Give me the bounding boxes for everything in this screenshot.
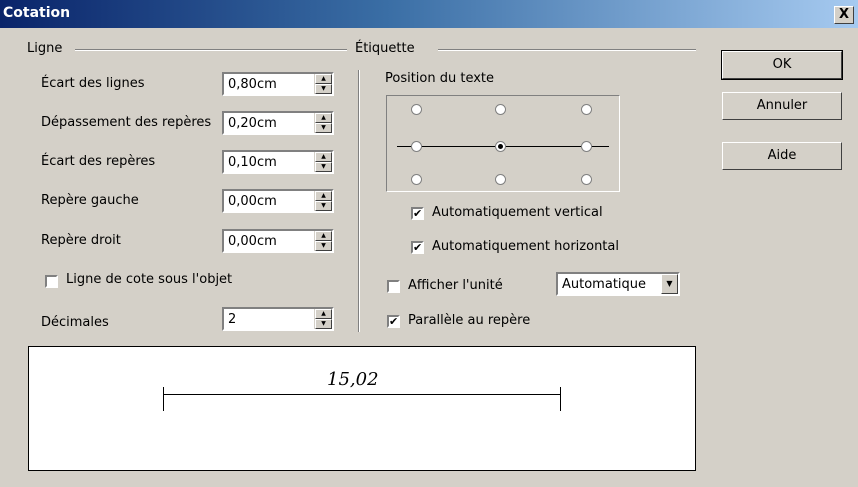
auto-vertical-label: Automatiquement vertical [432,205,603,220]
position-middle-center-radio[interactable] [495,141,506,152]
etiquette-group-label: Étiquette [355,41,415,56]
position-bottom-center-radio[interactable] [495,174,506,185]
position-top-center-radio[interactable] [495,104,506,115]
annuler-button[interactable]: Annuler [722,92,842,120]
ecart-reperes-spinner[interactable]: ▲ ▼ [314,152,332,172]
parallele-repere-checkbox[interactable]: ✔ [387,315,400,328]
aide-button[interactable]: Aide [722,142,842,170]
group-separator [358,70,360,332]
decimales-spinner[interactable]: ▲ ▼ [314,309,332,329]
repere-droit-spinner[interactable]: ▲ ▼ [314,231,332,251]
ecart-lignes-label: Écart des lignes [41,76,145,91]
window-title: Cotation [3,5,71,21]
unite-dropdown[interactable]: Automatique ▼ [556,272,680,296]
title-bar [0,0,858,28]
repere-droit-field[interactable]: 0,00cm ▲ ▼ [222,229,334,253]
ligne-cote-sous-objet-checkbox[interactable] [45,275,58,288]
position-middle-right-radio[interactable] [581,141,592,152]
chevron-down-icon[interactable]: ▼ [661,274,678,294]
position-texte-label: Position du texte [385,71,495,86]
repere-gauche-label: Repère gauche [41,193,139,208]
position-texte-selector [386,95,620,192]
ligne-cote-sous-objet-label: Ligne de cote sous l'objet [66,272,233,287]
preview-right-tick [560,387,561,411]
ecart-lignes-spinner[interactable]: ▲ ▼ [314,74,332,94]
depassement-reperes-label: Dépassement des repères [41,115,212,130]
preview-left-tick [163,387,164,411]
position-top-left-radio[interactable] [411,104,422,115]
position-bottom-right-radio[interactable] [581,174,592,185]
ligne-group-label: Ligne [27,41,63,56]
preview-dimension-line [163,394,561,395]
ecart-lignes-field[interactable]: 0,80cm ▲ ▼ [222,72,334,96]
repere-droit-label: Repère droit [41,233,121,248]
position-middle-left-radio[interactable] [411,141,422,152]
depassement-reperes-spinner[interactable]: ▲ ▼ [314,113,332,133]
etiquette-group-divider [438,49,696,51]
afficher-unite-checkbox[interactable] [387,280,400,293]
decimales-label: Décimales [41,315,109,330]
parallele-repere-label: Parallèle au repère [408,313,531,328]
afficher-unite-label: Afficher l'unité [408,278,503,293]
dimension-preview: 15,02 [28,346,696,471]
auto-horizontal-checkbox[interactable]: ✔ [411,241,424,254]
decimales-field[interactable]: 2 ▲ ▼ [222,307,334,331]
position-top-right-radio[interactable] [581,104,592,115]
position-bottom-left-radio[interactable] [411,174,422,185]
ecart-reperes-label: Écart des repères [41,154,156,169]
depassement-reperes-field[interactable]: 0,20cm ▲ ▼ [222,111,334,135]
ecart-reperes-field[interactable]: 0,10cm ▲ ▼ [222,150,334,174]
close-button[interactable]: X [834,6,854,24]
repere-gauche-field[interactable]: 0,00cm ▲ ▼ [222,189,334,213]
auto-horizontal-label: Automatiquement horizontal [432,239,619,254]
repere-gauche-spinner[interactable]: ▲ ▼ [314,191,332,211]
ligne-group-divider [75,49,347,51]
auto-vertical-checkbox[interactable]: ✔ [411,207,424,220]
preview-value-text: 15,02 [327,369,379,390]
ok-button[interactable]: OK [721,50,843,80]
